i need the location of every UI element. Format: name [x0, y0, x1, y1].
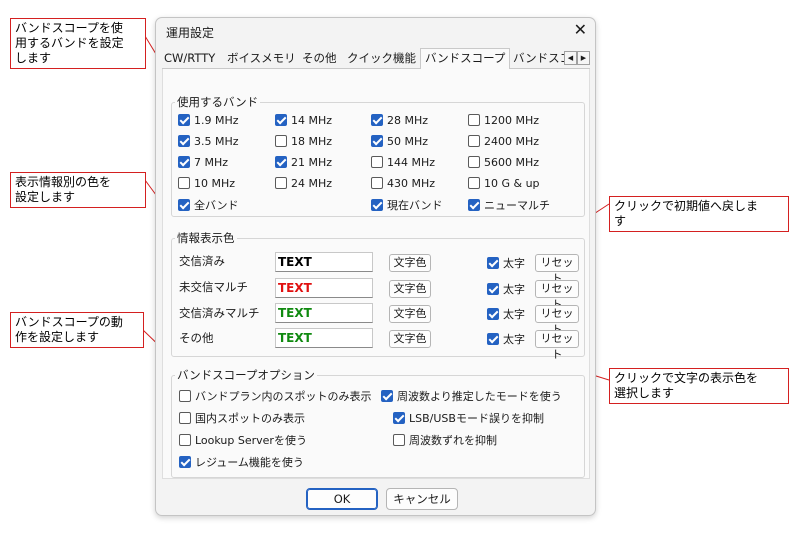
bands-group-title: 使用するバンド [175, 95, 261, 109]
text-sample-worked-multi: TEXT [275, 303, 373, 323]
callout-textcolor: クリックで文字の表示色を 選択します [609, 368, 789, 404]
checkbox-icon [179, 390, 191, 402]
row-label-other: その他 [179, 331, 214, 345]
colors-group-title: 情報表示色 [175, 231, 237, 245]
bold-checkbox-worked-multi[interactable]: 太字 [487, 307, 525, 321]
checkbox-icon [487, 308, 499, 320]
checkbox-icon [371, 114, 383, 126]
checkbox-icon [393, 412, 405, 424]
band-1-9mhz-checkbox[interactable]: 1.9 MHz [178, 113, 239, 127]
ok-button[interactable]: OK [306, 488, 378, 510]
tab-cw-rtty[interactable]: CW/RTTY [164, 50, 215, 66]
text-color-button-worked[interactable]: 文字色 [389, 254, 431, 272]
band-28mhz-checkbox[interactable]: 28 MHz [371, 113, 428, 127]
bold-checkbox-new-multi[interactable]: 太字 [487, 282, 525, 296]
reset-button-new-multi[interactable]: リセット [535, 280, 579, 311]
reset-button-worked[interactable]: リセット [535, 254, 579, 285]
lookup-server-checkbox[interactable]: Lookup Serverを使う [179, 433, 307, 447]
row-label-new-multi: 未交信マルチ [179, 280, 248, 294]
band-14mhz-checkbox[interactable]: 14 MHz [275, 113, 332, 127]
bandplan-spots-only-checkbox[interactable]: バンドプラン内のスポットのみ表示 [179, 389, 372, 403]
checkbox-icon [371, 135, 383, 147]
checkbox-icon [179, 412, 191, 424]
estimated-mode-checkbox[interactable]: 周波数より推定したモードを使う [381, 389, 562, 403]
callout-colors: 表示情報別の色を 設定します [10, 172, 146, 208]
checkbox-icon [275, 156, 287, 168]
band-50mhz-checkbox[interactable]: 50 MHz [371, 134, 428, 148]
dialog-title: 運用設定 [166, 26, 215, 40]
tab-other[interactable]: その他 [302, 50, 337, 66]
text-color-button-worked-multi[interactable]: 文字色 [389, 305, 431, 323]
checkbox-icon [487, 333, 499, 345]
cancel-button[interactable]: キャンセル [386, 488, 458, 510]
callout-behavior: バンドスコープの動 作を設定します [10, 312, 144, 348]
text-sample-other: TEXT [275, 328, 373, 348]
band-144mhz-checkbox[interactable]: 144 MHz [371, 155, 435, 169]
checkbox-icon [275, 135, 287, 147]
reset-button-worked-multi[interactable]: リセット [535, 305, 579, 336]
band-24mhz-checkbox[interactable]: 24 MHz [275, 176, 332, 190]
band-10mhz-checkbox[interactable]: 10 MHz [178, 176, 235, 190]
text-sample-new-multi: TEXT [275, 278, 373, 298]
new-multi-checkbox[interactable]: ニューマルチ [468, 198, 550, 212]
band-430mhz-checkbox[interactable]: 430 MHz [371, 176, 435, 190]
tab-panel-band-scope: 使用するバンド 1.9 MHz 14 MHz 28 MHz 1200 MHz 3… [162, 69, 590, 479]
band-5600mhz-checkbox[interactable]: 5600 MHz [468, 155, 539, 169]
current-band-checkbox[interactable]: 現在バンド [371, 198, 443, 212]
suppress-lsb-usb-error-checkbox[interactable]: LSB/USBモード誤りを抑制 [393, 411, 544, 425]
checkbox-icon [179, 434, 191, 446]
text-color-button-new-multi[interactable]: 文字色 [389, 280, 431, 298]
text-sample-worked: TEXT [275, 252, 373, 272]
reset-button-other[interactable]: リセット [535, 330, 579, 361]
checkbox-icon [381, 390, 393, 402]
tab-band-scope[interactable]: バンドスコープ [420, 48, 511, 69]
row-label-worked: 交信済み [179, 254, 225, 268]
tab-voice-memory[interactable]: ボイスメモリ [227, 50, 296, 66]
settings-dialog: 運用設定 ✕ CW/RTTY ボイスメモリ その他 クイック機能 バンドスコープ… [155, 17, 596, 516]
callout-reset: クリックで初期値へ戻しま す [609, 196, 789, 232]
band-3-5mhz-checkbox[interactable]: 3.5 MHz [178, 134, 239, 148]
checkbox-icon [178, 156, 190, 168]
checkbox-icon [371, 199, 383, 211]
band-18mhz-checkbox[interactable]: 18 MHz [275, 134, 332, 148]
row-label-worked-multi: 交信済みマルチ [179, 306, 260, 320]
checkbox-icon [487, 257, 499, 269]
tab-scroll-right-icon[interactable]: ▶ [577, 51, 590, 65]
checkbox-icon [275, 177, 287, 189]
checkbox-icon [468, 177, 480, 189]
checkbox-icon [371, 177, 383, 189]
checkbox-icon [178, 199, 190, 211]
checkbox-icon [468, 135, 480, 147]
tab-strip: CW/RTTY ボイスメモリ その他 クイック機能 バンドスコープ バンドスコ [162, 48, 592, 69]
band-10g-up-checkbox[interactable]: 10 G & up [468, 176, 540, 190]
tab-quick-functions[interactable]: クイック機能 [347, 50, 416, 66]
suppress-freq-offset-checkbox[interactable]: 周波数ずれを抑制 [393, 433, 497, 447]
checkbox-icon [468, 199, 480, 211]
band-1200mhz-checkbox[interactable]: 1200 MHz [468, 113, 539, 127]
text-color-button-other[interactable]: 文字色 [389, 330, 431, 348]
checkbox-icon [178, 135, 190, 147]
checkbox-icon [487, 283, 499, 295]
bold-checkbox-worked[interactable]: 太字 [487, 256, 525, 270]
checkbox-icon [178, 177, 190, 189]
domestic-spots-only-checkbox[interactable]: 国内スポットのみ表示 [179, 411, 305, 425]
callout-bands: バンドスコープを使 用するバンドを設定 します [10, 18, 146, 69]
close-icon[interactable]: ✕ [574, 20, 587, 39]
all-bands-checkbox[interactable]: 全バンド [178, 198, 239, 212]
resume-feature-checkbox[interactable]: レジューム機能を使う [179, 455, 304, 469]
checkbox-icon [393, 434, 405, 446]
checkbox-icon [275, 114, 287, 126]
band-21mhz-checkbox[interactable]: 21 MHz [275, 155, 332, 169]
tab-band-scope-2[interactable]: バンドスコ [513, 50, 565, 66]
checkbox-icon [179, 456, 191, 468]
band-2400mhz-checkbox[interactable]: 2400 MHz [468, 134, 539, 148]
checkbox-icon [178, 114, 190, 126]
band-7mhz-checkbox[interactable]: 7 MHz [178, 155, 228, 169]
checkbox-icon [468, 114, 480, 126]
checkbox-icon [371, 156, 383, 168]
tab-scroll-left-icon[interactable]: ◀ [564, 51, 577, 65]
options-group-title: バンドスコープオプション [175, 368, 317, 382]
bold-checkbox-other[interactable]: 太字 [487, 332, 525, 346]
checkbox-icon [468, 156, 480, 168]
